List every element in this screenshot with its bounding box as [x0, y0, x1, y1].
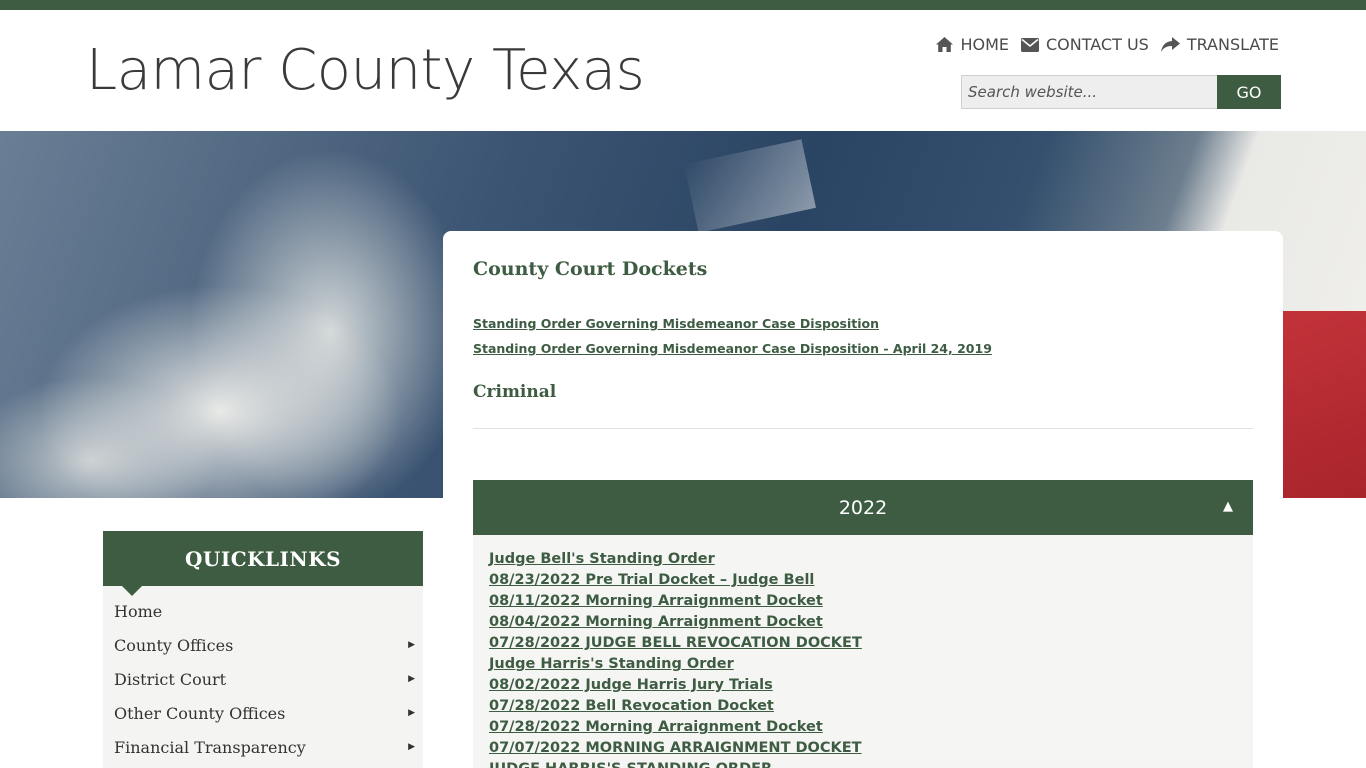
search-form: GO [961, 75, 1281, 109]
docket-link[interactable]: 08/02/2022 Judge Harris Jury Trials [489, 675, 1237, 696]
standing-order-links: Standing Order Governing Misdemeanor Cas… [473, 311, 992, 361]
standing-order-link[interactable]: Standing Order Governing Misdemeanor Cas… [473, 336, 992, 361]
accordion-body-2022: Judge Bell's Standing Order 08/23/2022 P… [473, 535, 1253, 768]
nav-home-link[interactable]: HOME [936, 35, 1009, 54]
submenu-arrow-icon[interactable]: ▶ [408, 742, 415, 752]
docket-link[interactable]: Judge Bell's Standing Order [489, 549, 1237, 570]
search-input[interactable] [961, 75, 1217, 109]
flag-fold [684, 139, 816, 233]
section-heading-criminal: Criminal [473, 382, 557, 402]
quicklink-county-offices[interactable]: County Offices ▶ [103, 628, 423, 662]
nav-contact-label: CONTACT US [1045, 35, 1149, 54]
submenu-arrow-icon[interactable]: ▶ [408, 640, 415, 650]
quicklink-financial-transparency[interactable]: Financial Transparency ▶ [103, 730, 423, 764]
quicklink-district-court[interactable]: District Court ▶ [103, 662, 423, 696]
docket-link[interactable]: 08/23/2022 Pre Trial Docket – Judge Bell [489, 570, 1237, 591]
nav-translate-link[interactable]: TRANSLATE [1160, 35, 1279, 54]
quicklink-label: County Offices [114, 635, 234, 655]
quicklink-other-county-offices[interactable]: Other County Offices ▶ [103, 696, 423, 730]
accordion-year-label: 2022 [838, 496, 888, 519]
quicklink-home[interactable]: Home [103, 594, 423, 628]
submenu-arrow-icon[interactable]: ▶ [408, 674, 415, 684]
nav-contact-link[interactable]: CONTACT US [1020, 35, 1149, 54]
main-content: County Court Dockets Standing Order Gove… [443, 231, 1283, 768]
page-title: County Court Dockets [473, 258, 708, 280]
top-accent-bar [0, 0, 1366, 10]
share-arrow-icon [1160, 36, 1180, 52]
nav-home-label: HOME [960, 35, 1009, 54]
accordion-header-2022[interactable]: 2022 ▲ [473, 480, 1253, 535]
collapse-triangle-icon[interactable]: ▲ [1223, 499, 1233, 514]
docket-link[interactable]: JUDGE HARRIS'S STANDING ORDER [489, 759, 1237, 768]
quicklink-label: Other County Offices [114, 703, 286, 723]
search-go-button[interactable]: GO [1217, 75, 1281, 109]
quicklinks-header: QUICKLINKS [103, 531, 423, 596]
site-title[interactable]: Lamar County Texas [86, 38, 645, 103]
docket-link[interactable]: 07/28/2022 Bell Revocation Docket [489, 696, 1237, 717]
nav-translate-label: TRANSLATE [1186, 35, 1279, 54]
quicklink-label: Financial Transparency [114, 737, 306, 757]
docket-link[interactable]: 07/28/2022 JUDGE BELL REVOCATION DOCKET [489, 633, 1237, 654]
envelope-icon [1020, 37, 1039, 52]
standing-order-link[interactable]: Standing Order Governing Misdemeanor Cas… [473, 311, 992, 336]
docket-link[interactable]: 08/04/2022 Morning Arraignment Docket [489, 612, 1237, 633]
quicklink-label: District Court [114, 669, 227, 689]
home-icon [936, 37, 954, 52]
site-header: Lamar County Texas HOME CONTACT US TRANS… [0, 10, 1366, 131]
divider [473, 428, 1253, 429]
top-nav: HOME CONTACT US TRANSLATE [936, 35, 1279, 54]
docket-link[interactable]: 07/07/2022 MORNING ARRAIGNMENT DOCKET [489, 738, 1237, 759]
quicklinks-list: Home County Offices ▶ District Court ▶ O… [103, 586, 423, 768]
quicklink-label: Home [114, 601, 163, 621]
docket-link[interactable]: 07/28/2022 Morning Arraignment Docket [489, 717, 1237, 738]
submenu-arrow-icon[interactable]: ▶ [408, 708, 415, 718]
docket-link[interactable]: 08/11/2022 Morning Arraignment Docket [489, 591, 1237, 612]
docket-link[interactable]: Judge Harris's Standing Order [489, 654, 1237, 675]
quicklinks-panel: QUICKLINKS Home County Offices ▶ Distric… [103, 531, 423, 768]
quicklinks-title: QUICKLINKS [184, 546, 342, 571]
